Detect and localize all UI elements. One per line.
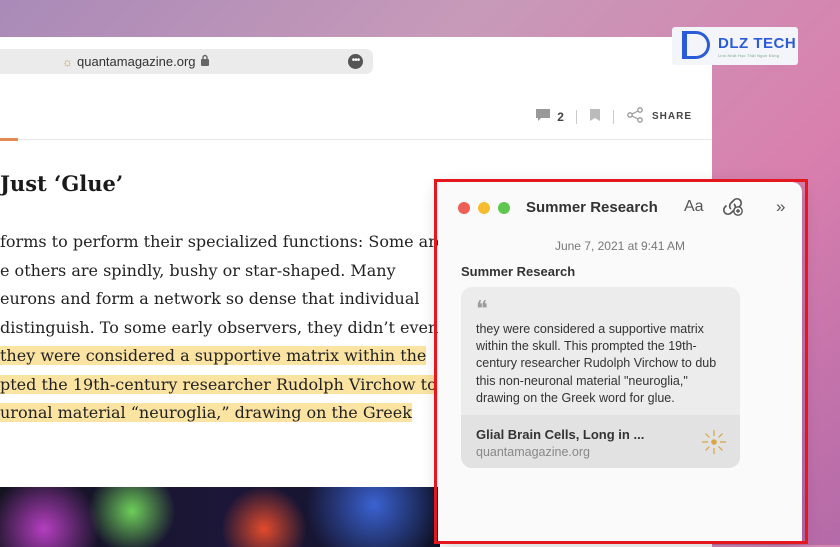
article-text: e others are spindly, bushy or star-shap…	[0, 260, 396, 280]
address-host: ☼ quantamagazine.org	[62, 54, 210, 69]
logo-tagline: Link Nhất Học Thật Ngon Đúng	[718, 53, 780, 58]
comment-icon[interactable]	[535, 108, 551, 125]
toolbar-divider	[575, 109, 577, 124]
comment-count[interactable]: 2	[557, 110, 564, 124]
article-line: e others are spindly, bushy or star-shap…	[0, 257, 440, 286]
article-line: distinguish. To some early observers, th…	[0, 314, 440, 343]
article-line: uronal material “neuroglia,” drawing on …	[0, 399, 440, 428]
highlighted-text: pted the 19th-century researcher Rudolph…	[0, 374, 437, 394]
article-line: they were considered a supportive matrix…	[0, 342, 440, 371]
highlighted-text: they were considered a supportive matrix…	[0, 346, 427, 365]
header-accent	[0, 138, 18, 141]
article-line: forms to perform their specialized funct…	[0, 228, 445, 257]
dlz-tech-logo: DLZ TECH Link Nhất Học Thật Ngon Đúng	[672, 27, 798, 65]
article-body: forms to perform their specialized funct…	[0, 228, 445, 428]
highlight-frame	[434, 179, 808, 544]
share-icon[interactable]	[626, 107, 644, 126]
article-headline: Just ‘Glue’	[0, 171, 124, 196]
address-bar[interactable]: ☼ quantamagazine.org •••	[0, 49, 373, 74]
header-divider	[0, 139, 712, 140]
sun-icon: ☼	[62, 54, 73, 69]
logo-text: DLZ TECH	[718, 35, 797, 52]
article-image	[0, 487, 440, 547]
article-line: pted the 19th-century researcher Rudolph…	[0, 371, 440, 400]
url-host-text: quantamagazine.org	[77, 54, 196, 69]
article-toolbar: 2 SHARE	[535, 107, 692, 126]
lock-icon	[200, 54, 210, 69]
share-label[interactable]: SHARE	[652, 111, 692, 122]
article-line: eurons and form a network so dense that …	[0, 285, 440, 314]
article-text: eurons and form a network so dense that …	[0, 289, 420, 308]
article-text: forms to perform their specialized funct…	[0, 232, 446, 251]
logo-d-icon	[682, 31, 710, 59]
article-text: distinguish. To some early observers, th…	[0, 317, 439, 337]
toolbar-divider	[612, 109, 614, 124]
bookmark-icon[interactable]	[589, 108, 601, 125]
highlighted-text: uronal material “neuroglia,” drawing on …	[0, 403, 412, 422]
more-options-icon[interactable]: •••	[348, 54, 363, 69]
